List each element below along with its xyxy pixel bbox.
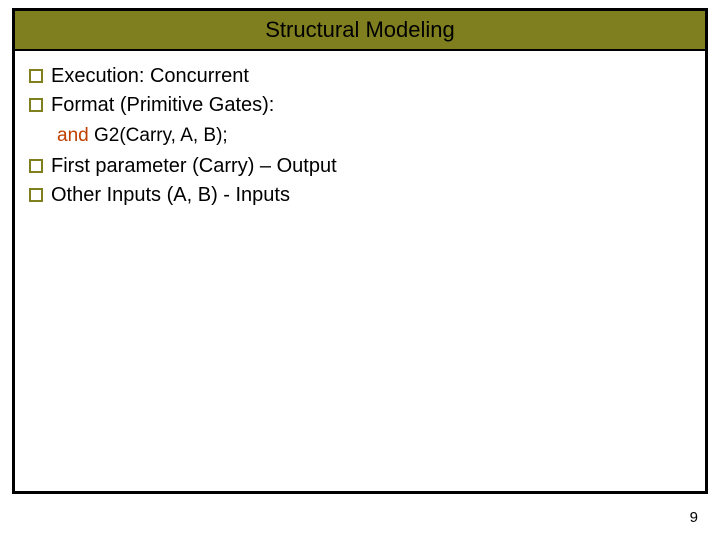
square-bullet-icon <box>29 98 43 112</box>
code-keyword: and <box>57 125 89 146</box>
slide: Structural Modeling Execution: Concurren… <box>0 0 720 540</box>
page-number: 9 <box>690 509 698 526</box>
bullet-text: Format (Primitive Gates): <box>51 92 691 119</box>
bullet-item: Format (Primitive Gates): <box>29 92 691 119</box>
title-bar: Structural Modeling <box>15 11 705 51</box>
code-line: and G2(Carry, A, B); <box>57 123 691 149</box>
square-bullet-icon <box>29 188 43 202</box>
slide-title: Structural Modeling <box>265 17 455 43</box>
bullet-text: Execution: Concurrent <box>51 63 691 90</box>
code-rest: G2(Carry, A, B); <box>89 125 228 146</box>
square-bullet-icon <box>29 159 43 173</box>
bullet-text: Other Inputs (A, B) - Inputs <box>51 182 691 209</box>
bullet-item: First parameter (Carry) – Output <box>29 153 691 180</box>
bullet-item: Other Inputs (A, B) - Inputs <box>29 182 691 209</box>
content-frame: Structural Modeling Execution: Concurren… <box>12 8 708 494</box>
bullet-text: First parameter (Carry) – Output <box>51 153 691 180</box>
square-bullet-icon <box>29 69 43 83</box>
bullet-item: Execution: Concurrent <box>29 63 691 90</box>
slide-body: Execution: Concurrent Format (Primitive … <box>15 51 705 221</box>
